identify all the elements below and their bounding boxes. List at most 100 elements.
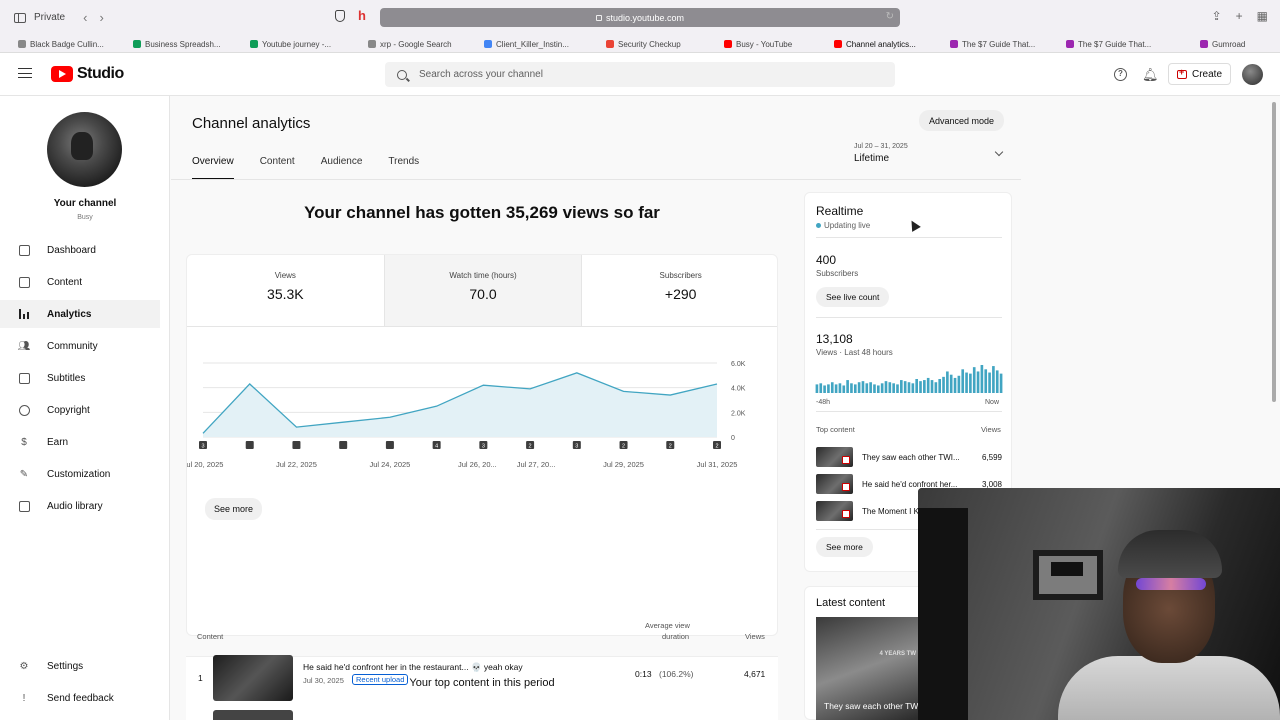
browser-tab[interactable]: The $7 Guide That... <box>950 37 1058 51</box>
realtime-bar <box>949 374 953 393</box>
favicon-icon <box>606 40 614 48</box>
realtime-bar <box>834 384 838 393</box>
see-more-button[interactable]: See more <box>205 498 263 520</box>
tab-content[interactable]: Content <box>260 156 295 180</box>
table-row[interactable]: 1 He said he'd confront her in the resta… <box>186 654 778 706</box>
metric-watch-time[interactable]: Watch time (hours) 70.0 <box>383 255 583 327</box>
sidebar-item-content[interactable]: Content <box>0 268 160 296</box>
x-tick-label: Jul 24, 2025 <box>369 460 410 469</box>
share-icon[interactable]: ⇪ <box>1212 9 1222 23</box>
webcam-wall-frame <box>1033 550 1103 600</box>
row-date: Jul 30, 2025 <box>303 676 344 685</box>
tabs-divider <box>171 179 1021 180</box>
sidebar-item-label: Community <box>47 340 98 352</box>
channel-handle: Busy <box>77 214 93 221</box>
realtime-bar <box>965 372 968 393</box>
realtime-bar <box>926 377 930 393</box>
top-content-label: Top content <box>816 425 855 434</box>
favicon-icon <box>1200 40 1208 48</box>
new-tab-icon[interactable]: + <box>1236 9 1243 23</box>
row-title[interactable]: He said he'd confront her in the restaur… <box>303 662 523 673</box>
sidebar-item-send-feedback[interactable]: ! Send feedback <box>0 684 160 712</box>
date-range-picker[interactable]: Jul 20 – 31, 2025 Lifetime <box>854 143 1004 164</box>
browser-tab[interactable]: Channel analytics... <box>834 37 942 51</box>
video-thumbnail[interactable] <box>213 655 293 701</box>
scrollbar-thumb[interactable] <box>1272 102 1276 402</box>
menu-icon[interactable] <box>18 68 32 78</box>
sidebar-item-dashboard[interactable]: Dashboard <box>0 236 160 264</box>
realtime-bar <box>865 383 869 393</box>
search-placeholder: Search across your channel <box>419 69 543 80</box>
shield-icon[interactable] <box>335 10 345 22</box>
back-icon[interactable]: ‹ <box>83 10 87 25</box>
honey-extension-icon[interactable]: h <box>358 8 366 23</box>
browser-tab[interactable]: Black Badge Cullin... <box>18 37 126 51</box>
sidebar-item-copyright[interactable]: Copyright <box>0 396 160 424</box>
metric-value: 35.3K <box>267 286 304 302</box>
list-item[interactable]: They saw each other TWI... 6,599 <box>816 447 1002 467</box>
y-tick-label: 0 <box>731 435 735 442</box>
tab-overview-icon[interactable]: ▦ <box>1257 9 1268 23</box>
realtime-bar <box>992 366 995 393</box>
browser-tab[interactable]: xrp - Google Search <box>368 37 476 51</box>
sidebar-item-community[interactable]: 👥︎ Community <box>0 332 160 360</box>
favicon-icon <box>1066 40 1074 48</box>
browser-tab-label: Business Spreadsh... <box>145 39 221 49</box>
browser-tab[interactable]: Busy - YouTube <box>724 37 832 51</box>
sidebar-item-analytics[interactable]: Analytics <box>0 300 160 328</box>
thumbnail-badge: 4 YEARS TW <box>879 651 916 657</box>
sidebar-item-customization[interactable]: ✎ Customization <box>0 460 160 488</box>
realtime-see-more-button[interactable]: See more <box>816 537 873 557</box>
help-icon[interactable]: ? <box>1114 68 1127 81</box>
studio-logo[interactable]: Studio <box>51 65 124 83</box>
channel-name[interactable]: Your channel <box>0 198 170 209</box>
account-avatar[interactable] <box>1242 64 1263 85</box>
channel-avatar[interactable] <box>47 112 122 187</box>
tab-trends[interactable]: Trends <box>388 156 419 180</box>
browser-tab[interactable]: The $7 Guide That... <box>1066 37 1174 51</box>
metric-value: 70.0 <box>469 286 497 302</box>
metric-views[interactable]: Views 35.3K <box>187 255 384 327</box>
sidebar-toggle-icon[interactable] <box>14 12 26 23</box>
search-input[interactable]: Search across your channel <box>385 62 895 87</box>
see-live-count-button[interactable]: See live count <box>816 287 890 307</box>
y-tick-label: 6.0K <box>731 361 746 368</box>
earn-icon: $ <box>21 436 27 448</box>
tab-audience[interactable]: Audience <box>321 156 363 180</box>
sidebar-item-label: Content <box>47 276 83 288</box>
upload-marker-label: 3 <box>482 444 485 450</box>
browser-tab[interactable]: Youtube journey -... <box>250 37 358 51</box>
realtime-bar <box>988 372 991 393</box>
video-thumbnail[interactable] <box>213 710 293 720</box>
bell-icon[interactable]: 🔔︎ <box>1142 67 1159 83</box>
browser-tab-label: xrp - Google Search <box>380 39 452 49</box>
sidebar-item-subtitles[interactable]: Subtitles <box>0 364 160 392</box>
video-thumbnail <box>816 474 853 494</box>
content-icon <box>18 276 30 288</box>
browser-left-controls: Private ‹ › <box>14 10 104 25</box>
advanced-mode-button[interactable]: Advanced mode <box>919 110 1005 131</box>
reload-icon[interactable]: ↻ <box>886 11 894 22</box>
realtime-bar <box>938 379 942 393</box>
browser-tab[interactable]: Client_Killer_Instin... <box>484 37 592 51</box>
divider <box>816 317 1002 318</box>
create-button[interactable]: Create <box>1168 63 1232 85</box>
forward-icon[interactable]: › <box>99 10 103 25</box>
realtime-status: Updating live <box>816 221 870 230</box>
upload-marker <box>385 441 394 449</box>
sidebar-item-audio-library[interactable]: Audio library <box>0 492 160 520</box>
sidebar-item-earn[interactable]: $ Earn <box>0 428 160 456</box>
video-thumbnail <box>816 447 853 467</box>
browser-tab[interactable]: Business Spreadsh... <box>133 37 241 51</box>
url-bar[interactable]: studio.youtube.com ↻ <box>380 8 900 27</box>
metric-subscribers[interactable]: Subscribers +290 <box>582 255 777 327</box>
browser-tab-label: Client_Killer_Instin... <box>496 39 569 49</box>
browser-tab[interactable]: Gumroad <box>1200 37 1270 51</box>
browser-tab[interactable]: Security Checkup <box>606 37 714 51</box>
sidebar-item-settings[interactable]: ⚙ Settings <box>0 652 160 680</box>
realtime-title: Realtime <box>816 204 864 218</box>
tab-overview[interactable]: Overview <box>192 156 234 180</box>
video-thumbnail <box>816 501 853 521</box>
favicon-icon <box>484 40 492 48</box>
upload-marker-label: 2 <box>669 444 672 450</box>
